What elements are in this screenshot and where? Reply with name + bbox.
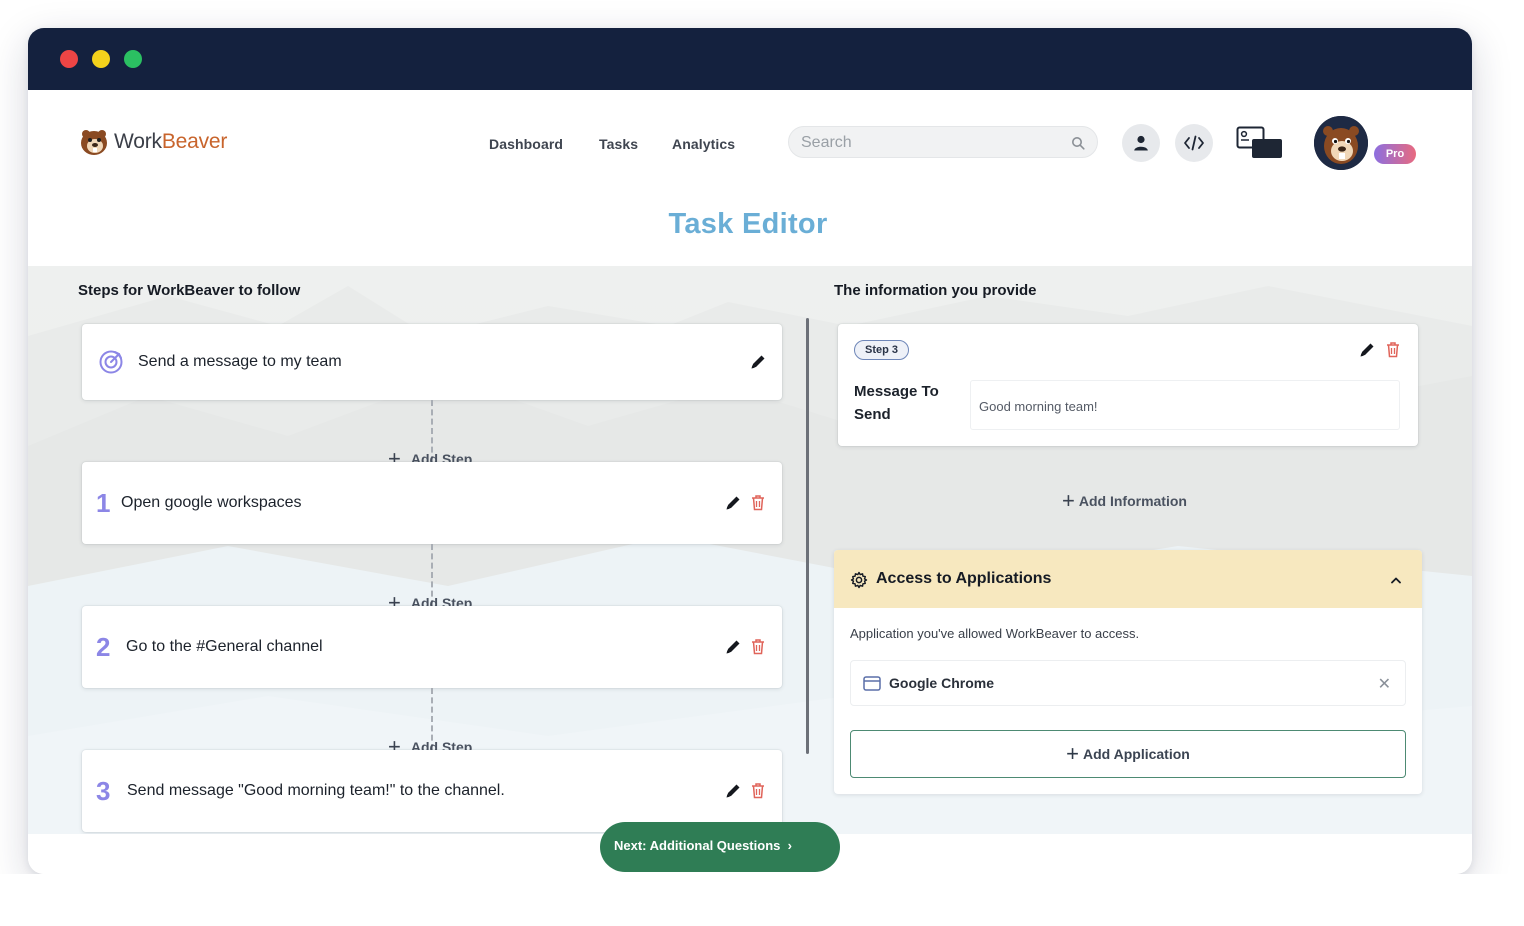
window-titlebar <box>28 28 1472 90</box>
page-title: Task Editor <box>668 208 828 240</box>
task-goal-label: Send a message to my team <box>138 353 342 370</box>
access-panel-header[interactable]: Access to Applications <box>834 550 1422 608</box>
step-label: Open google workspaces <box>121 494 302 511</box>
search-icon[interactable] <box>1071 136 1085 150</box>
user-avatar[interactable] <box>1314 116 1368 170</box>
nav-dashboard[interactable]: Dashboard <box>489 136 563 152</box>
step-chip: Step 3 <box>854 340 910 360</box>
user-icon <box>1134 135 1148 151</box>
plus-icon: + <box>1066 741 1080 766</box>
app-name: Google Chrome <box>889 675 995 691</box>
message-value-field[interactable]: Good morning team! <box>970 380 1400 430</box>
step-label: Go to the #General channel <box>126 638 323 655</box>
chevron-up-icon[interactable] <box>1390 576 1402 584</box>
access-description: Application you've allowed WorkBeaver to… <box>850 626 1140 641</box>
add-application-button[interactable]: + Add Application <box>850 730 1406 778</box>
search-input[interactable] <box>801 132 1061 154</box>
page-bottom-margin <box>0 874 1524 926</box>
edit-pencil-icon[interactable] <box>724 782 742 800</box>
task-goal-card[interactable]: Send a message to my team <box>82 324 782 400</box>
panel-divider-scrollbar[interactable] <box>806 318 809 754</box>
maximize-window-button[interactable] <box>124 50 142 68</box>
workbeaver-logo[interactable]: WorkBeaver <box>78 127 227 157</box>
step-number: 1 <box>96 487 111 518</box>
edit-goal-pencil-icon[interactable] <box>749 353 767 371</box>
profile-button[interactable] <box>1122 124 1160 162</box>
add-application-label: Add Application <box>1083 746 1190 762</box>
delete-trash-icon[interactable] <box>750 782 766 799</box>
delete-info-trash-icon[interactable] <box>1385 341 1401 358</box>
editor-area: Steps for WorkBeaver to follow The infor… <box>28 266 1472 834</box>
step-card-3[interactable]: 3 Send message "Good morning team!" to t… <box>82 750 782 832</box>
step-card-1[interactable]: 1 Open google workspaces <box>82 462 782 544</box>
nav-tasks[interactable]: Tasks <box>599 136 638 152</box>
browser-window-icon <box>863 676 881 691</box>
step-card-2[interactable]: 2 Go to the #General channel <box>82 606 782 688</box>
next-button-label: Next: Additional Questions › <box>614 838 792 853</box>
next-step-button[interactable]: Next: Additional Questions › <box>600 822 840 872</box>
delete-trash-icon[interactable] <box>750 638 766 655</box>
step-number: 3 <box>96 775 111 806</box>
delete-trash-icon[interactable] <box>750 494 766 511</box>
developer-button[interactable] <box>1175 124 1213 162</box>
step-number: 2 <box>96 631 111 662</box>
pro-badge: Pro <box>1374 144 1416 164</box>
logo-text: WorkBeaver <box>114 130 228 153</box>
info-field-label: Message To Send <box>854 383 939 423</box>
beaver-avatar-icon <box>1314 116 1368 170</box>
top-navigation-bar: WorkBeaver Dashboard Tasks Analytics Sea… <box>28 90 1472 205</box>
search-bar <box>788 126 1098 158</box>
gear-icon <box>850 571 868 589</box>
code-icon <box>1184 135 1204 151</box>
allowed-app-row: Google Chrome ✕ <box>850 660 1406 706</box>
plus-icon: + <box>1062 488 1075 513</box>
add-information-button[interactable]: + Add Information <box>1062 488 1187 513</box>
edit-pencil-icon[interactable] <box>724 638 742 656</box>
access-applications-panel: Access to Applications Application you'v… <box>834 550 1422 794</box>
add-information-label: Add Information <box>1078 493 1187 509</box>
close-window-button[interactable] <box>60 50 78 68</box>
edit-info-pencil-icon[interactable] <box>1358 341 1376 359</box>
information-card: Step 3 Message To Send Good morning team… <box>838 324 1418 446</box>
beaver-logo-icon <box>81 130 107 155</box>
edit-pencil-icon[interactable] <box>724 494 742 512</box>
steps-section-title: Steps for WorkBeaver to follow <box>78 282 301 299</box>
remove-app-close-icon[interactable]: ✕ <box>1378 674 1391 694</box>
minimize-window-button[interactable] <box>92 50 110 68</box>
nav-analytics[interactable]: Analytics <box>672 136 735 152</box>
info-section-title: The information you provide <box>834 282 1037 299</box>
step-label: Send message "Good morning team!" to the… <box>127 782 505 799</box>
app-window: WorkBeaver Dashboard Tasks Analytics Sea… <box>28 28 1472 874</box>
target-icon <box>99 350 123 374</box>
access-panel-title: Access to Applications <box>876 570 1052 587</box>
screen-share-icon[interactable] <box>1236 126 1284 160</box>
